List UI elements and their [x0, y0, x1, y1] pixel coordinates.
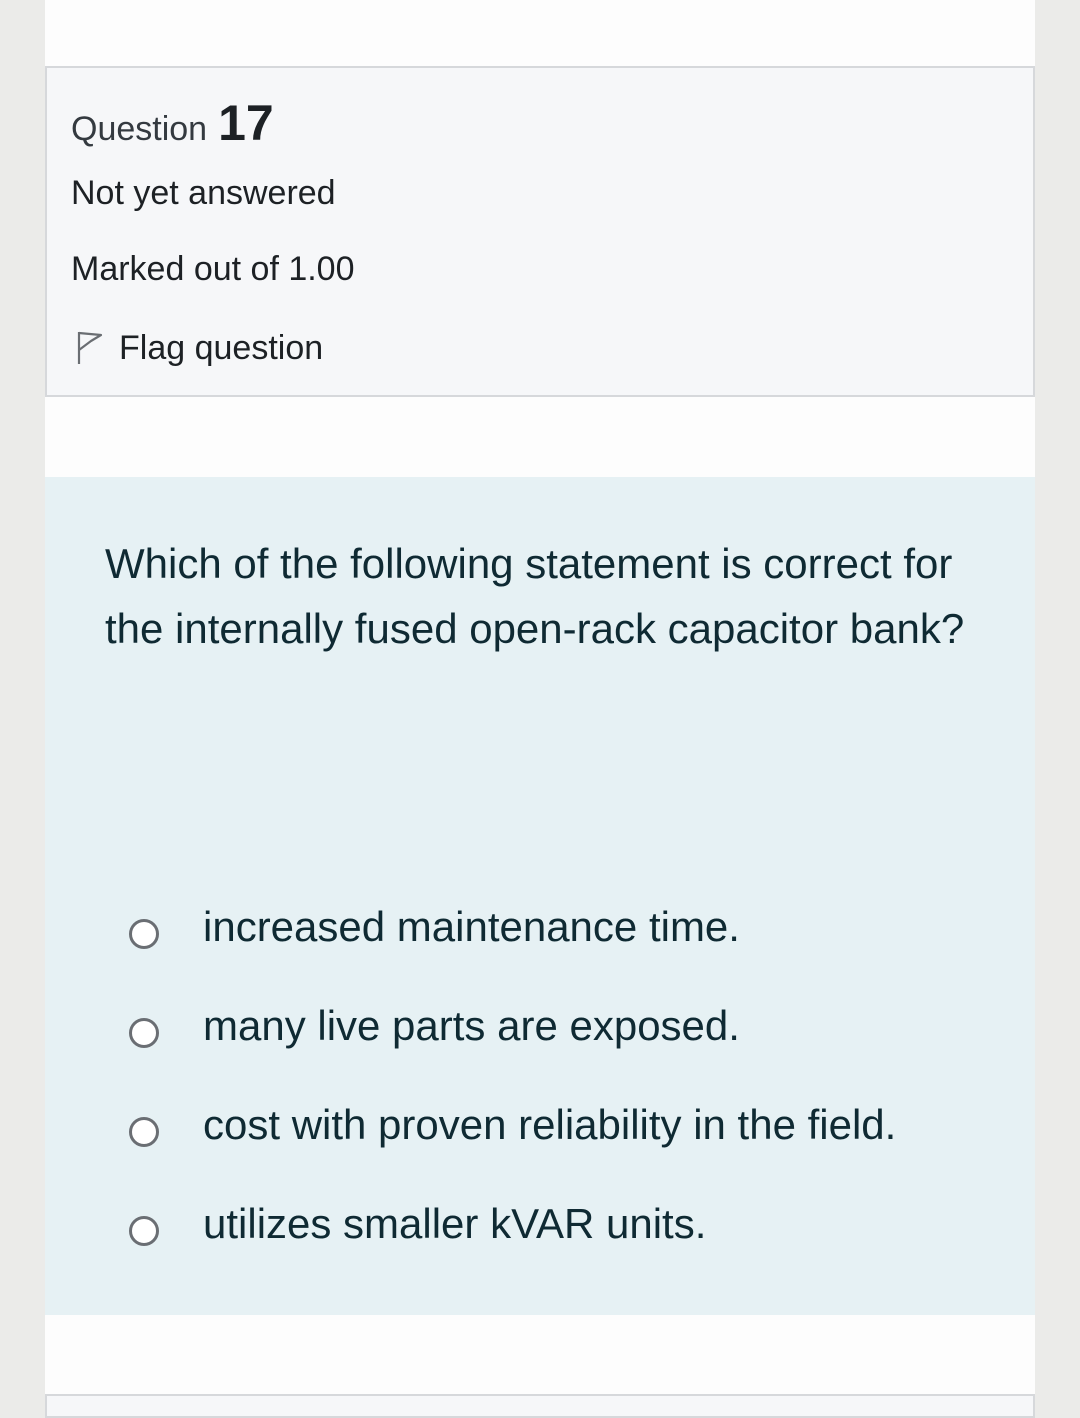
answer-label: many live parts are exposed.	[203, 1001, 740, 1049]
answer-radio[interactable]	[129, 1116, 159, 1147]
answer-label: cost with proven reliability in the fiel…	[203, 1100, 897, 1148]
answer-option[interactable]: increased maintenance time.	[129, 877, 999, 976]
question-grade: Marked out of 1.00	[71, 250, 355, 288]
question-state: Not yet answered	[71, 174, 336, 212]
answer-radio[interactable]	[129, 918, 159, 949]
question-label: Question	[71, 110, 208, 148]
answer-option[interactable]: cost with proven reliability in the fiel…	[129, 1075, 999, 1174]
question-heading: Question 17	[71, 94, 274, 151]
answer-radio[interactable]	[129, 1017, 159, 1048]
question-formulation: Which of the following statement is corr…	[45, 477, 1035, 1315]
answer-option[interactable]: utilizes smaller kVAR units.	[129, 1174, 999, 1273]
flag-question-button[interactable]: Flag question	[71, 324, 323, 372]
question-info-box: Question 17 Not yet answered Marked out …	[45, 66, 1035, 397]
quiz-page: Question 17 Not yet answered Marked out …	[45, 0, 1035, 1418]
answer-options: increased maintenance time. many live pa…	[129, 877, 999, 1273]
answer-label: utilizes smaller kVAR units.	[203, 1199, 707, 1247]
question-number: 17	[218, 95, 274, 151]
flag-icon	[71, 328, 105, 368]
next-question-info-box	[45, 1394, 1035, 1418]
flag-question-label: Flag question	[119, 328, 324, 367]
answer-option[interactable]: many live parts are exposed.	[129, 976, 999, 1075]
question-text: Which of the following statement is corr…	[105, 540, 965, 652]
answer-radio[interactable]	[129, 1215, 159, 1246]
answer-label: increased maintenance time.	[203, 902, 740, 950]
